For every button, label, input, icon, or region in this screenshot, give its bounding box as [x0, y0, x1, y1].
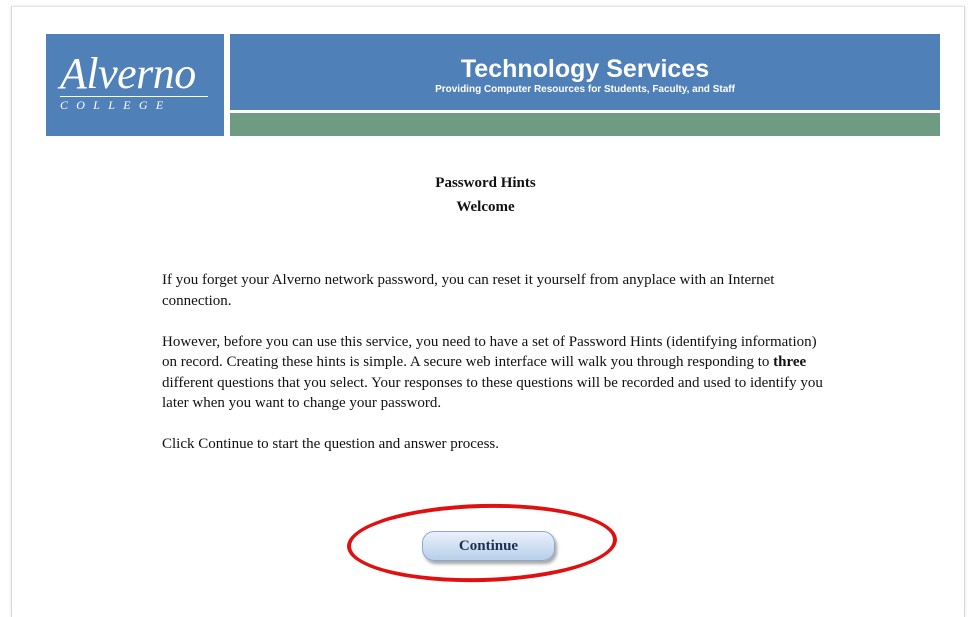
intro-text: If you forget your Alverno network passw… [162, 270, 832, 475]
site-tagline: Providing Computer Resources for Student… [435, 84, 735, 95]
logo-wordmark: Alverno [60, 49, 196, 98]
logo-subtitle: COLLEGE [60, 98, 172, 112]
site-title: Technology Services [460, 55, 710, 83]
logo-divider [60, 96, 208, 97]
intro-paragraph-3: Click Continue to start the question and… [162, 436, 500, 452]
page-subtitle: Welcome [456, 199, 515, 215]
emphasis-three: three [773, 354, 807, 370]
intro-paragraph-2-end: different questions that you select. You… [162, 374, 823, 412]
page-title: Password Hints [435, 175, 536, 191]
intro-paragraph-2-start: However, before you can use this service… [162, 333, 817, 371]
alverno-logo[interactable]: Alverno COLLEGE [46, 34, 224, 136]
intro-paragraph-2: However, before you can use this service… [162, 332, 832, 414]
header-accent-bar [230, 113, 940, 136]
header-banner: Technology Services Providing Computer R… [230, 34, 940, 110]
intro-paragraph-1: If you forget your Alverno network passw… [162, 272, 775, 309]
